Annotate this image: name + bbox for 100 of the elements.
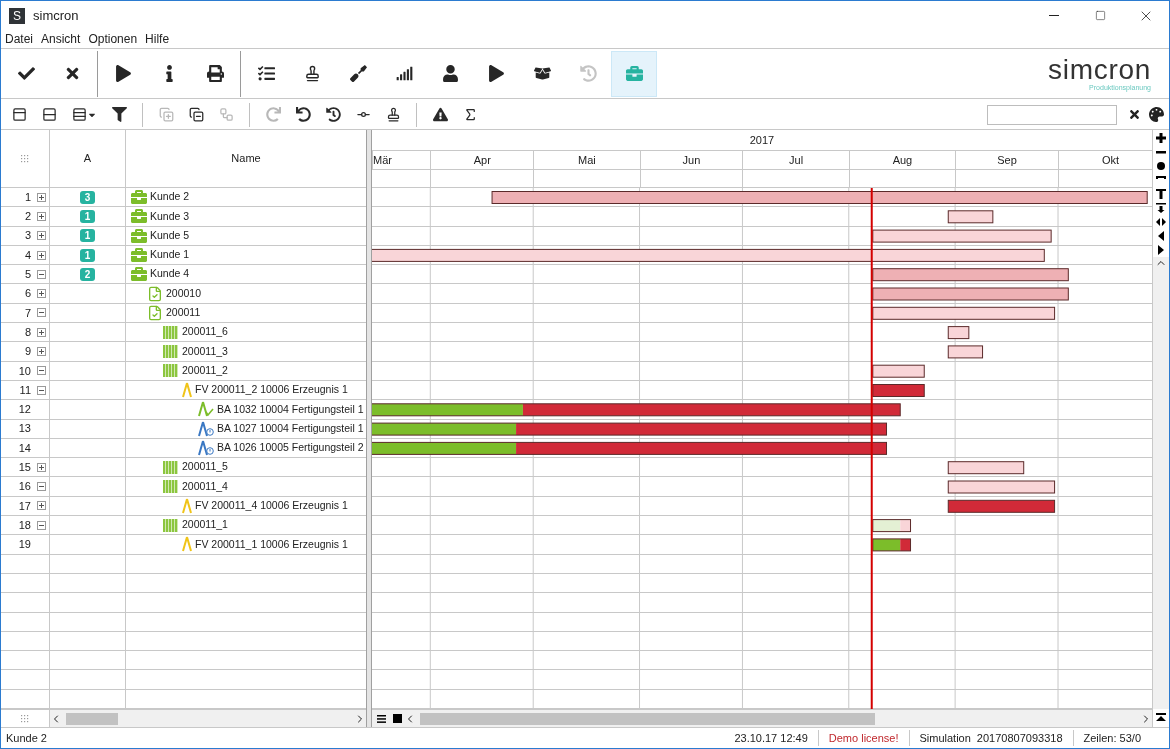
row-number: 17 — [18, 498, 31, 514]
gantt-bar[interactable] — [872, 519, 911, 533]
count-badge: 1 — [79, 248, 96, 262]
bottom-align-icon[interactable] — [1156, 203, 1166, 213]
gantt-bar[interactable] — [947, 461, 1025, 475]
row-number: 2 — [24, 209, 31, 225]
tree-item-label[interactable]: BA 1027 10004 Fertigungsteil 1 — [217, 420, 364, 437]
row-number: 8 — [24, 324, 31, 340]
plus-icon[interactable] — [1156, 133, 1166, 143]
gantt-bar[interactable] — [872, 364, 925, 378]
search-field[interactable] — [987, 104, 1117, 125]
left-right-icon[interactable] — [1156, 217, 1166, 227]
gantt-bar[interactable] — [947, 499, 1056, 513]
tree-item-label[interactable]: Kunde 4 — [150, 266, 190, 283]
tree-item-label[interactable]: 200011_1 — [182, 517, 228, 534]
grip-dots-icon[interactable] — [21, 154, 29, 163]
month-label: Apr — [473, 152, 491, 168]
scroll-thumb[interactable] — [420, 712, 875, 725]
tree-item-label[interactable]: 200011 — [166, 305, 201, 321]
plus-box-icon[interactable] — [37, 347, 46, 356]
plus-box-icon[interactable] — [37, 250, 46, 260]
gantt-bar[interactable] — [872, 268, 1069, 282]
clock-icon — [325, 107, 341, 122]
app-icon: S — [9, 7, 25, 24]
plus-box-icon[interactable] — [37, 211, 46, 221]
stamp-icon — [303, 65, 321, 82]
top-align-icon[interactable] — [1156, 189, 1166, 199]
gantt-bar[interactable] — [372, 248, 1045, 262]
tree-item-label[interactable]: 200011_6 — [182, 324, 228, 341]
gantt-bar[interactable] — [947, 210, 994, 224]
minus-box-icon[interactable] — [37, 482, 46, 492]
minus-box-icon[interactable] — [37, 366, 46, 376]
gantt-bar[interactable] — [491, 191, 1148, 204]
minus-box-icon[interactable] — [37, 308, 46, 318]
month-label: Aug — [892, 152, 913, 168]
minus-box-icon[interactable] — [37, 269, 46, 279]
tree-item-label[interactable]: FV 200011_4 10006 Erzeugnis 1 — [195, 498, 348, 514]
plus-box-icon[interactable] — [37, 231, 46, 241]
menu-item[interactable]: Datei — [5, 30, 33, 48]
scroll-thumb[interactable] — [66, 712, 118, 725]
tree-item-label[interactable]: BA 1032 10004 Fertigungsteil 1 — [217, 401, 364, 418]
status-text: Kunde 2 — [6, 730, 47, 746]
screwdriver-icon — [349, 65, 367, 82]
panel-icon — [11, 107, 27, 122]
row-count: Zeilen: 53/0 — [1072, 729, 1141, 747]
column-header[interactable]: A — [50, 130, 126, 187]
gantt-bar[interactable] — [372, 441, 887, 455]
count-badge: 1 — [79, 209, 96, 223]
minus-box-icon[interactable] — [37, 385, 46, 395]
warning-icon — [432, 107, 448, 122]
redo-icon — [265, 107, 281, 122]
tree-item-label[interactable]: 200011_5 — [182, 459, 228, 476]
grip-dots-icon[interactable] — [21, 714, 29, 723]
count-badge: 3 — [79, 190, 96, 204]
plus-box-icon[interactable] — [37, 192, 46, 202]
box-icon — [533, 65, 551, 82]
license-warning: Demo license! — [817, 729, 909, 747]
tree-item-label[interactable]: Kunde 3 — [150, 208, 190, 225]
horizontal-scrollbar[interactable] — [50, 710, 366, 727]
simulation-id: 20170807093318 — [976, 730, 1063, 746]
menu-icon — [376, 714, 386, 723]
plus-box-icon[interactable] — [37, 289, 46, 299]
tree-item-label[interactable]: FV 200011_1 10006 Erzeugnis 1 — [195, 536, 348, 553]
menu-item[interactable]: Optionen — [88, 30, 138, 48]
scroll-to-bottom-icon[interactable] — [1156, 713, 1166, 723]
gantt-bar[interactable] — [872, 306, 1056, 320]
dot-icon[interactable] — [1156, 161, 1166, 171]
right-triangle-icon[interactable] — [1156, 245, 1166, 255]
row-number: 10 — [18, 363, 31, 379]
tree-item-label[interactable]: Kunde 5 — [150, 227, 190, 244]
tree-item-label[interactable]: Kunde 2 — [150, 189, 190, 205]
tree-item-label[interactable]: 200011_3 — [182, 343, 228, 360]
gantt-bar[interactable] — [947, 345, 984, 359]
minus-box-icon[interactable] — [37, 520, 46, 530]
tree-item-label[interactable]: BA 1026 10005 Fertigungsteil 2 — [217, 440, 364, 456]
plus-box-icon[interactable] — [37, 327, 46, 337]
window-title: simcron — [33, 6, 79, 25]
menu-item[interactable]: Ansicht — [41, 30, 81, 48]
block-view-button[interactable] — [390, 711, 404, 726]
tree-item-label[interactable]: 200010 — [166, 285, 202, 302]
check-icon — [17, 65, 35, 82]
status-date-time: 23.10.17 12:49 — [734, 730, 809, 746]
count-badge: 2 — [79, 267, 96, 281]
row-number: 1 — [24, 189, 31, 205]
gantt-bar[interactable] — [872, 538, 911, 552]
plus-box-icon[interactable] — [37, 462, 46, 472]
gantt-bar[interactable] — [372, 403, 901, 417]
tree-item-label[interactable]: 200011_2 — [182, 362, 228, 379]
vertical-scrollbar[interactable] — [1153, 257, 1169, 709]
plus-box-icon[interactable] — [37, 501, 46, 511]
gantt-bar[interactable] — [947, 326, 970, 340]
tree-item-label[interactable]: FV 200011_2 10006 Erzeugnis 1 — [195, 382, 348, 398]
left-triangle-icon[interactable] — [1156, 231, 1166, 241]
tree-item-label[interactable]: 200011_4 — [182, 478, 228, 495]
clock-icon — [579, 65, 597, 82]
tree-item-label[interactable]: Kunde 1 — [150, 247, 190, 263]
briefcase-icon — [625, 65, 643, 82]
column-header[interactable]: Name — [126, 130, 366, 187]
count-badge: 1 — [79, 229, 96, 243]
menu-item[interactable]: Hilfe — [145, 30, 170, 48]
